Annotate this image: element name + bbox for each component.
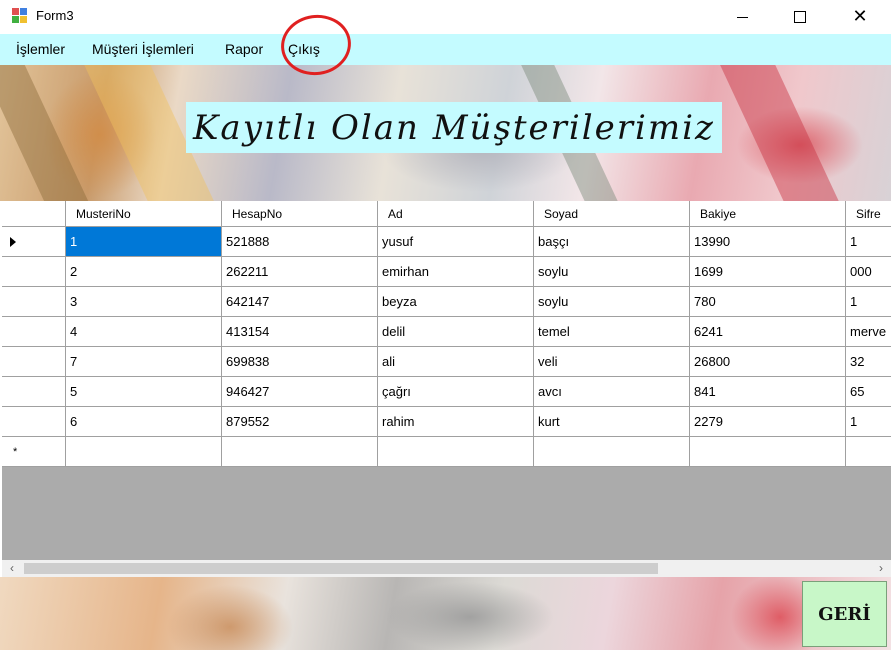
table-cell[interactable]: 4: [66, 317, 222, 347]
row-header[interactable]: [2, 407, 66, 437]
table-row[interactable]: 2 262211 emirhan soylu 1699 000: [2, 257, 891, 287]
app-icon: [12, 8, 28, 24]
table-cell[interactable]: 26800: [690, 347, 846, 377]
table-cell[interactable]: beyza: [378, 287, 534, 317]
page-title: Kayıtlı Olan Müşterilerimiz: [193, 107, 715, 148]
minimize-button[interactable]: [719, 0, 765, 34]
row-header-corner: [2, 201, 66, 227]
table-cell[interactable]: [222, 437, 378, 467]
close-icon: ✕: [852, 6, 868, 27]
new-row[interactable]: *: [2, 437, 891, 467]
table-cell[interactable]: 642147: [222, 287, 378, 317]
table-cell[interactable]: 521888: [222, 227, 378, 257]
row-header[interactable]: *: [2, 437, 66, 467]
table-cell[interactable]: çağrı: [378, 377, 534, 407]
banner-title-box: Kayıtlı Olan Müşterilerimiz: [186, 102, 722, 153]
table-cell[interactable]: veli: [534, 347, 690, 377]
maximize-icon: [794, 11, 806, 23]
table-cell[interactable]: 3: [66, 287, 222, 317]
table-cell[interactable]: 7: [66, 347, 222, 377]
table-cell[interactable]: avcı: [534, 377, 690, 407]
table-cell[interactable]: başçı: [534, 227, 690, 257]
table-cell[interactable]: 946427: [222, 377, 378, 407]
column-header-bakiye[interactable]: Bakiye: [690, 201, 846, 227]
table-row[interactable]: 1 521888 yusuf başçı 13990 1: [2, 227, 891, 257]
banner-image: Kayıtlı Olan Müşterilerimiz: [0, 65, 891, 201]
column-header-hesapno[interactable]: HesapNo: [222, 201, 378, 227]
table-cell[interactable]: 1: [846, 287, 891, 317]
table-cell[interactable]: 413154: [222, 317, 378, 347]
table-cell[interactable]: emirhan: [378, 257, 534, 287]
table-cell[interactable]: temel: [534, 317, 690, 347]
table-cell[interactable]: [534, 437, 690, 467]
table-cell[interactable]: soylu: [534, 257, 690, 287]
grid-header-row: MusteriNo HesapNo Ad Soyad Bakiye Sifre: [2, 201, 891, 227]
row-header[interactable]: [2, 227, 66, 257]
column-header-ad[interactable]: Ad: [378, 201, 534, 227]
table-cell[interactable]: rahim: [378, 407, 534, 437]
column-header-musterino[interactable]: MusteriNo: [66, 201, 222, 227]
table-cell[interactable]: 6241: [690, 317, 846, 347]
title-bar: Form3 ✕: [0, 0, 891, 34]
table-cell[interactable]: 262211: [222, 257, 378, 287]
table-cell[interactable]: 2279: [690, 407, 846, 437]
table-cell[interactable]: 699838: [222, 347, 378, 377]
table-row[interactable]: 7 699838 ali veli 26800 32: [2, 347, 891, 377]
current-row-icon: [10, 236, 16, 247]
table-row[interactable]: 3 642147 beyza soylu 780 1: [2, 287, 891, 317]
window-title: Form3: [36, 8, 74, 23]
row-header[interactable]: [2, 347, 66, 377]
table-cell[interactable]: [378, 437, 534, 467]
table-cell[interactable]: 13990: [690, 227, 846, 257]
column-header-sifre[interactable]: Sifre: [846, 201, 891, 227]
table-cell[interactable]: yusuf: [378, 227, 534, 257]
table-cell[interactable]: delil: [378, 317, 534, 347]
table-cell[interactable]: 000: [846, 257, 891, 287]
minimize-icon: [736, 16, 748, 18]
table-cell[interactable]: [846, 437, 891, 467]
scroll-left-icon[interactable]: ‹: [5, 560, 19, 577]
table-cell[interactable]: 1: [846, 227, 891, 257]
banknote-decoration: [720, 65, 850, 201]
table-cell[interactable]: merve: [846, 317, 891, 347]
row-header[interactable]: [2, 257, 66, 287]
table-row[interactable]: 5 946427 çağrı avcı 841 65: [2, 377, 891, 407]
scroll-right-icon[interactable]: ›: [874, 560, 888, 577]
table-cell[interactable]: soylu: [534, 287, 690, 317]
table-row[interactable]: 4 413154 delil temel 6241 merve: [2, 317, 891, 347]
menu-rapor[interactable]: Rapor: [225, 41, 263, 57]
back-button[interactable]: GERİ: [802, 581, 887, 647]
menu-musteri-islemleri[interactable]: Müşteri İşlemleri: [92, 41, 194, 57]
banknote-decoration: [0, 65, 101, 201]
customer-grid[interactable]: MusteriNo HesapNo Ad Soyad Bakiye Sifre …: [2, 201, 891, 577]
row-header[interactable]: [2, 317, 66, 347]
table-cell[interactable]: [690, 437, 846, 467]
table-cell[interactable]: 2: [66, 257, 222, 287]
table-cell[interactable]: 841: [690, 377, 846, 407]
row-header[interactable]: [2, 287, 66, 317]
table-cell[interactable]: 780: [690, 287, 846, 317]
table-cell[interactable]: kurt: [534, 407, 690, 437]
table-cell[interactable]: 879552: [222, 407, 378, 437]
bottom-banner-image: [0, 577, 891, 650]
table-cell[interactable]: 1699: [690, 257, 846, 287]
menu-bar: İşlemler Müşteri İşlemleri Rapor Çıkış: [0, 34, 891, 65]
maximize-button[interactable]: [777, 0, 823, 34]
menu-islemler[interactable]: İşlemler: [16, 41, 65, 57]
scrollbar-thumb[interactable]: [24, 563, 658, 574]
row-header[interactable]: [2, 377, 66, 407]
table-cell[interactable]: 1: [846, 407, 891, 437]
table-cell[interactable]: ali: [378, 347, 534, 377]
table-cell[interactable]: [66, 437, 222, 467]
table-cell[interactable]: 65: [846, 377, 891, 407]
column-header-soyad[interactable]: Soyad: [534, 201, 690, 227]
table-cell[interactable]: 32: [846, 347, 891, 377]
horizontal-scrollbar[interactable]: ‹ ›: [2, 560, 891, 577]
table-cell[interactable]: 1: [66, 227, 222, 257]
table-cell[interactable]: 5: [66, 377, 222, 407]
close-button[interactable]: ✕: [837, 0, 883, 34]
new-row-marker: *: [13, 445, 18, 458]
table-row[interactable]: 6 879552 rahim kurt 2279 1: [2, 407, 891, 437]
table-cell[interactable]: 6: [66, 407, 222, 437]
